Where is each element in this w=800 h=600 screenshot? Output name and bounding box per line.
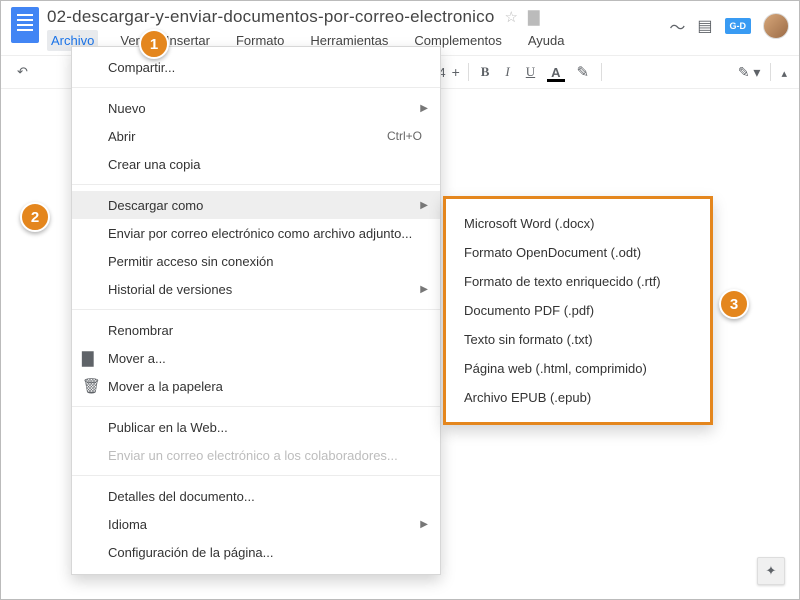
label: Abrir (108, 129, 135, 144)
menu-item-publicar-web[interactable]: Publicar en la Web... (72, 413, 440, 441)
divider (72, 87, 440, 88)
document-title[interactable]: 02-descargar-y-enviar-documentos-por-cor… (47, 7, 495, 27)
text-color-button[interactable]: A (547, 65, 564, 80)
chevron-right-icon: ▶ (420, 284, 428, 295)
menu-item-abrir[interactable]: Abrir Ctrl+O (72, 122, 440, 150)
menu-item-descargar-como[interactable]: Descargar como ▶ (72, 191, 440, 219)
menu-item-enviar-colaboradores: Enviar un correo electrónico a los colab… (72, 441, 440, 469)
share-button[interactable]: G-D (725, 18, 752, 34)
label: Permitir acceso sin conexión (108, 254, 273, 269)
chevron-right-icon: ▶ (420, 200, 428, 211)
comments-icon[interactable]: ▤ (697, 16, 712, 36)
label: Renombrar (108, 323, 173, 338)
bold-button[interactable]: B (477, 64, 494, 80)
submenu-item-txt[interactable]: Texto sin formato (.txt) (446, 325, 710, 354)
submenu-item-rtf[interactable]: Formato de texto enriquecido (.rtf) (446, 267, 710, 296)
archivo-menu: Compartir... Nuevo ▶ Abrir Ctrl+O Crear un… (71, 46, 441, 575)
label: Compartir... (108, 60, 175, 75)
label: Detalles del documento... (108, 489, 255, 504)
menu-item-mover-a[interactable]: ▇ Mover a... (72, 344, 440, 372)
label: Mover a... (108, 351, 166, 366)
header: 02-descargar-y-enviar-documentos-por-cor… (1, 1, 799, 51)
menu-item-enviar-correo[interactable]: Enviar por correo electrónico como archi… (72, 219, 440, 247)
folder-icon: ▇ (82, 349, 94, 367)
descargar-como-submenu: Microsoft Word (.docx) Formato OpenDocum… (443, 196, 713, 425)
star-icon[interactable]: ☆ (505, 8, 518, 26)
explore-button[interactable]: ✦ (757, 557, 785, 585)
avatar[interactable] (763, 13, 789, 39)
undo-button[interactable]: ↶ (13, 64, 32, 80)
label: Crear una copia (108, 157, 201, 172)
menu-item-compartir[interactable]: Compartir... (72, 53, 440, 81)
callout-2: 2 (20, 202, 50, 232)
divider (72, 184, 440, 185)
submenu-item-html[interactable]: Página web (.html, comprimido) (446, 354, 710, 383)
divider (72, 406, 440, 407)
label: Enviar por correo electrónico como archi… (108, 226, 412, 241)
submenu-item-odt[interactable]: Formato OpenDocument (.odt) (446, 238, 710, 267)
menu-item-renombrar[interactable]: Renombrar (72, 316, 440, 344)
menu-item-crear-copia[interactable]: Crear una copia (72, 150, 440, 178)
underline-button[interactable]: U (522, 64, 539, 80)
activity-icon[interactable]: 〜 (669, 14, 685, 38)
italic-button[interactable]: I (501, 64, 513, 80)
docs-logo-icon[interactable] (11, 7, 39, 43)
label: Enviar un correo electrónico a los colab… (108, 448, 398, 463)
menu-item-idioma[interactable]: Idioma ▶ (72, 510, 440, 538)
label: Configuración de la página... (108, 545, 274, 560)
menu-item-historial[interactable]: Historial de versiones ▶ (72, 275, 440, 303)
callout-3: 3 (719, 289, 749, 319)
label: Mover a la papelera (108, 379, 223, 394)
menu-item-config-pagina[interactable]: Configuración de la página... (72, 538, 440, 566)
submenu-item-epub[interactable]: Archivo EPUB (.epub) (446, 383, 710, 412)
shortcut: Ctrl+O (387, 129, 422, 143)
label: Historial de versiones (108, 282, 232, 297)
menu-ayuda[interactable]: Ayuda (524, 30, 569, 51)
label: Descargar como (108, 198, 203, 213)
label: Idioma (108, 517, 147, 532)
divider (72, 309, 440, 310)
submenu-item-docx[interactable]: Microsoft Word (.docx) (446, 209, 710, 238)
font-size-increase-icon[interactable]: + (452, 64, 460, 80)
menu-item-nuevo[interactable]: Nuevo ▶ (72, 94, 440, 122)
label: Nuevo (108, 101, 146, 116)
chevron-right-icon: ▶ (420, 103, 428, 114)
label: Publicar en la Web... (108, 420, 228, 435)
header-actions: 〜 ▤ G-D (669, 7, 789, 39)
chevron-right-icon: ▶ (420, 519, 428, 530)
divider (72, 475, 440, 476)
callout-1: 1 (139, 29, 169, 59)
menu-item-detalles[interactable]: Detalles del documento... (72, 482, 440, 510)
trash-icon: 🗑 (82, 377, 101, 395)
editing-mode-icon[interactable]: ✎ ▾ (738, 64, 761, 81)
menu-item-permitir-offline[interactable]: Permitir acceso sin conexión (72, 247, 440, 275)
highlight-button[interactable]: ✎ (573, 63, 594, 81)
folder-icon[interactable]: ▇ (528, 8, 540, 26)
submenu-item-pdf[interactable]: Documento PDF (.pdf) (446, 296, 710, 325)
menu-item-mover-papelera[interactable]: 🗑 Mover a la papelera (72, 372, 440, 400)
hide-menus-icon[interactable] (781, 65, 787, 80)
